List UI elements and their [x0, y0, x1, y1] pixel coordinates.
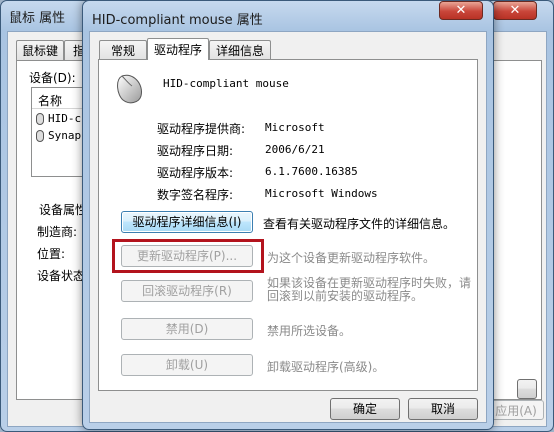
digital-signer-label: 数字签名程序:	[157, 188, 234, 202]
driver-date-label: 驱动程序日期:	[157, 144, 234, 158]
back-close-button[interactable]: ✕	[493, 1, 537, 20]
location-label: 位置:	[37, 247, 66, 261]
update-driver-button[interactable]: 更新驱动程序(P)...	[121, 245, 253, 267]
list-header-name[interactable]: 名称	[38, 92, 62, 109]
back-window-title: 鼠标 属性	[9, 11, 66, 26]
dialog-title: HID-compliant mouse 属性	[92, 13, 263, 28]
dialog-client: 常规 驱动程序 详细信息 HID-compliant mouse 驱动程序提供商…	[89, 31, 487, 423]
ok-button[interactable]: 确定	[330, 398, 400, 420]
tab-details[interactable]: 详细信息	[209, 40, 271, 60]
driver-provider-label: 驱动程序提供商:	[157, 122, 246, 136]
hid-mouse-properties-dialog: HID-compliant mouse 属性 ✕ 常规 驱动程序 详细信息 HI…	[82, 0, 494, 430]
driver-details-button[interactable]: 驱动程序详细信息(I)	[121, 211, 253, 233]
close-icon: ✕	[509, 3, 521, 18]
rollback-driver-button[interactable]: 回滚驱动程序(R)	[121, 280, 253, 302]
list-item-synaptics[interactable]: Synap	[48, 129, 81, 142]
close-button[interactable]: ✕	[439, 1, 483, 20]
driver-details-desc: 查看有关驱动程序文件的详细信息。	[263, 217, 456, 231]
apply-button[interactable]: 应用(A)	[488, 400, 544, 420]
update-driver-desc: 为这个设备更新驱动程序软件。	[267, 251, 436, 265]
device-properties-group: 设备属性	[39, 203, 88, 217]
tab-driver[interactable]: 驱动程序	[147, 38, 209, 60]
uninstall-desc: 卸载驱动程序(高级)。	[267, 360, 385, 374]
list-item-hid[interactable]: HID-c	[48, 112, 81, 125]
driver-provider-value: Microsoft	[265, 121, 325, 134]
mouse-small-icon	[36, 113, 44, 125]
driver-date-value: 2006/6/21	[265, 143, 325, 156]
driver-tab-panel: HID-compliant mouse 驱动程序提供商: Microsoft 驱…	[98, 59, 478, 391]
device-status-label: 设备状态	[37, 269, 86, 283]
back-tab-buttons[interactable]: 鼠标键	[16, 40, 64, 60]
disable-desc: 禁用所选设备。	[267, 324, 352, 338]
digital-signer-value: Microsoft Windows	[265, 187, 378, 200]
mouse-icon	[117, 74, 142, 104]
disable-button[interactable]: 禁用(D)	[121, 318, 253, 340]
mouse-small-icon	[36, 130, 44, 142]
close-icon: ✕	[455, 3, 467, 18]
device-name: HID-compliant mouse	[163, 77, 289, 90]
uninstall-button[interactable]: 卸载(U)	[121, 354, 253, 376]
devices-label: 设备(D):	[29, 71, 76, 85]
cancel-button[interactable]: 取消	[408, 398, 478, 420]
rollback-driver-desc: 如果该设备在更新驱动程序时失败，请回滚到以前安装的驱动程序。	[267, 276, 472, 303]
driver-version-value: 6.1.7600.16385	[265, 165, 358, 178]
tab-general[interactable]: 常规	[99, 40, 147, 60]
driver-version-label: 驱动程序版本:	[157, 166, 234, 180]
manufacturer-label: 制造商:	[37, 225, 78, 239]
properties-button[interactable]	[517, 379, 537, 399]
